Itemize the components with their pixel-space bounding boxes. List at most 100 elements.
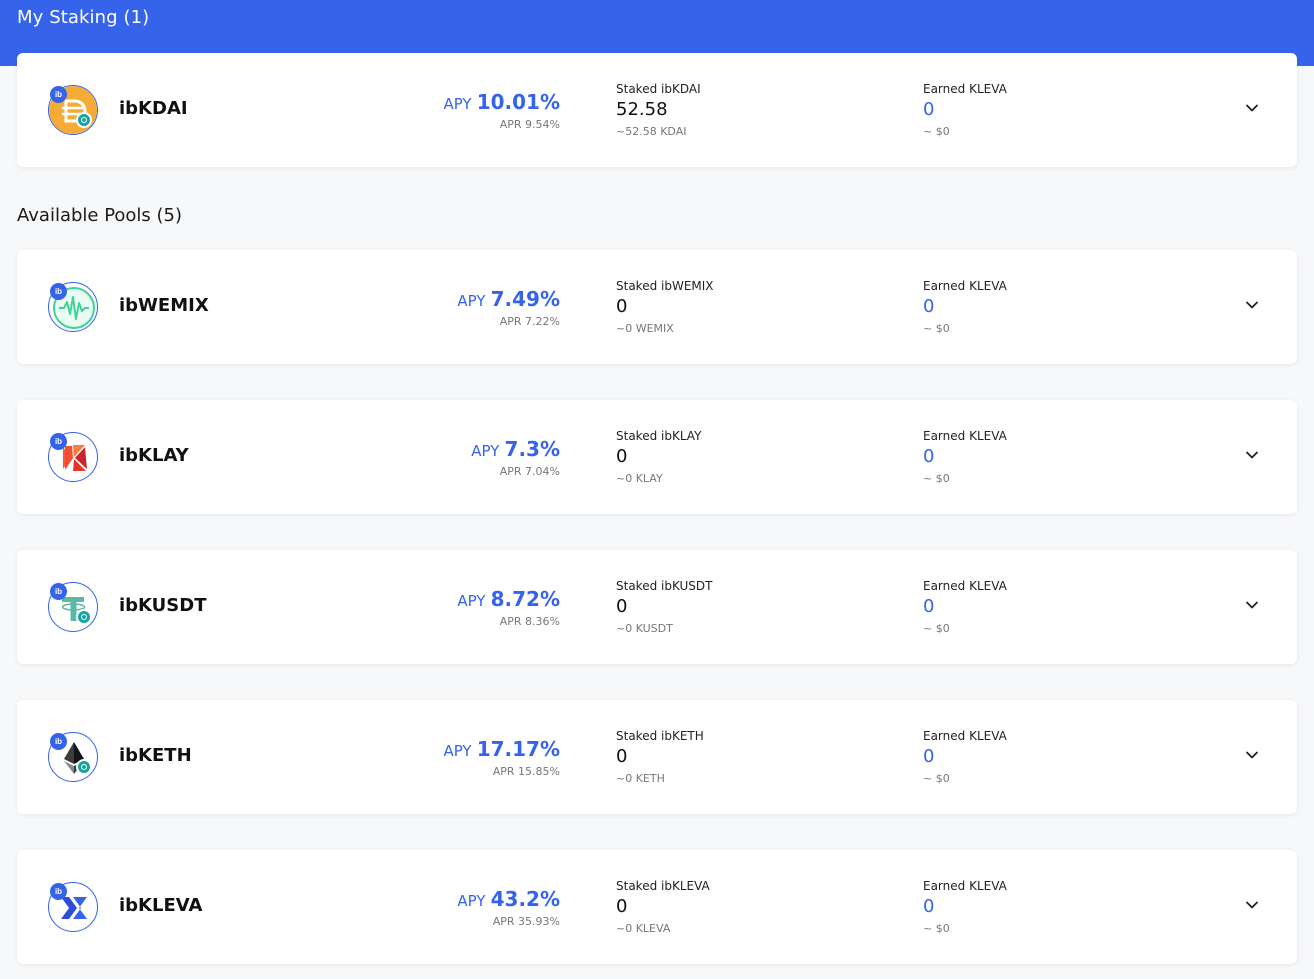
pool-name: ibWEMIX [119, 295, 209, 316]
staked-underlying: ~52.58 KDAI [616, 125, 687, 138]
earned-block: Earned KLEVA 0 ~ $0 [923, 578, 1007, 637]
token-logo: ib [48, 732, 98, 782]
earned-usd: ~ $0 [923, 922, 950, 935]
chevron-down-icon[interactable] [1245, 448, 1259, 462]
ib-badge: ib [50, 283, 67, 300]
ib-badge: ib [50, 86, 67, 103]
apy-label: APY [443, 95, 472, 113]
chevron-down-icon[interactable] [1245, 748, 1259, 762]
earned-label: Earned KLEVA [923, 879, 1007, 893]
token-logo: ib [48, 85, 98, 135]
earned-usd: ~ $0 [923, 472, 950, 485]
staked-block: Staked ibKUSDT 0 ~0 KUSDT [616, 578, 712, 637]
staked-block: Staked ibKETH 0 ~0 KETH [616, 728, 704, 787]
staked-label: Staked ibKUSDT [616, 579, 713, 593]
earned-usd: ~ $0 [923, 772, 950, 785]
staked-block: Staked ibKDAI 52.58 ~52.58 KDAI [616, 81, 701, 140]
klaytn-chain-icon [76, 759, 92, 775]
apy-block: APY 7.49% APR 7.22% [457, 286, 560, 328]
pool-name: ibKLEVA [119, 895, 203, 916]
earned-label: Earned KLEVA [923, 429, 1007, 443]
earned-label: Earned KLEVA [923, 82, 1007, 96]
pool-card-ibkleva[interactable]: ib ibKLEVA APY 43.2% APR 35.93% Staked i… [17, 850, 1297, 964]
apy-label: APY [471, 442, 500, 460]
earned-usd: ~ $0 [923, 125, 950, 138]
staked-label: Staked ibWEMIX [616, 279, 714, 293]
apy-block: APY 10.01% APR 9.54% [443, 89, 560, 131]
chevron-down-icon[interactable] [1245, 298, 1259, 312]
pool-name: ibKETH [119, 745, 192, 766]
token-logo: ib [48, 882, 98, 932]
staked-value: 0 [616, 446, 628, 467]
apr-value: APR 35.93% [492, 915, 560, 928]
earned-usd: ~ $0 [923, 622, 950, 635]
apr-value: APR 8.36% [499, 615, 560, 628]
pool-card-ibkusdt[interactable]: ib ibKUSDT APY 8.72% APR 8.36% Staked ib… [17, 550, 1297, 664]
staked-underlying: ~0 KLEVA [616, 922, 671, 935]
staked-block: Staked ibKLEVA 0 ~0 KLEVA [616, 878, 710, 937]
pool-card-ibklay[interactable]: ib ibKLAY APY 7.3% APR 7.04% Staked ibKL… [17, 400, 1297, 514]
staked-block: Staked ibKLAY 0 ~0 KLAY [616, 428, 701, 487]
earned-label: Earned KLEVA [923, 279, 1007, 293]
apy-value: 7.49% [490, 287, 560, 311]
staked-label: Staked ibKDAI [616, 82, 701, 96]
earned-value: 0 [923, 896, 935, 917]
staked-underlying: ~0 WEMIX [616, 322, 674, 335]
apy-label: APY [457, 892, 486, 910]
apy-label: APY [443, 742, 472, 760]
apy-value: 7.3% [504, 437, 560, 461]
earned-value: 0 [923, 446, 935, 467]
pool-name: ibKUSDT [119, 595, 207, 616]
staked-value: 0 [616, 746, 628, 767]
apr-value: APR 7.22% [499, 315, 560, 328]
apy-block: APY 7.3% APR 7.04% [471, 436, 560, 478]
chevron-down-icon[interactable] [1245, 101, 1259, 115]
apy-block: APY 8.72% APR 8.36% [457, 586, 560, 628]
apy-label: APY [457, 292, 486, 310]
apy-value: 17.17% [476, 737, 560, 761]
earned-block: Earned KLEVA 0 ~ $0 [923, 728, 1007, 787]
staked-underlying: ~0 KUSDT [616, 622, 673, 635]
apy-value: 8.72% [490, 587, 560, 611]
apr-value: APR 9.54% [499, 118, 560, 131]
earned-label: Earned KLEVA [923, 579, 1007, 593]
staked-label: Staked ibKETH [616, 729, 704, 743]
token-logo: ib [48, 432, 98, 482]
staked-label: Staked ibKLAY [616, 429, 702, 443]
staked-underlying: ~0 KLAY [616, 472, 663, 485]
earned-block: Earned KLEVA 0 ~ $0 [923, 81, 1007, 140]
pool-card-ibketh[interactable]: ib ibKETH APY 17.17% APR 15.85% Staked i… [17, 700, 1297, 814]
staked-value: 0 [616, 296, 628, 317]
staked-value: 0 [616, 596, 628, 617]
apy-block: APY 17.17% APR 15.85% [443, 736, 560, 778]
apy-label: APY [457, 592, 486, 610]
token-logo: ib [48, 282, 98, 332]
ib-badge: ib [50, 583, 67, 600]
staked-value: 0 [616, 896, 628, 917]
earned-block: Earned KLEVA 0 ~ $0 [923, 878, 1007, 937]
my-staking-title: My Staking (1) [17, 7, 150, 28]
earned-value: 0 [923, 296, 935, 317]
apy-block: APY 43.2% APR 35.93% [457, 886, 560, 928]
earned-block: Earned KLEVA 0 ~ $0 [923, 428, 1007, 487]
apy-value: 10.01% [476, 90, 560, 114]
chevron-down-icon[interactable] [1245, 598, 1259, 612]
earned-label: Earned KLEVA [923, 729, 1007, 743]
earned-value: 0 [923, 746, 935, 767]
staked-label: Staked ibKLEVA [616, 879, 710, 893]
pool-card-ibkdai[interactable]: ib ibKDAI APY 10.01% APR 9.54% Staked ib… [17, 53, 1297, 167]
token-logo: ib [48, 582, 98, 632]
staked-underlying: ~0 KETH [616, 772, 665, 785]
pool-card-ibwemix[interactable]: ib ibWEMIX APY 7.49% APR 7.22% Staked ib… [17, 250, 1297, 364]
earned-usd: ~ $0 [923, 322, 950, 335]
earned-value: 0 [923, 99, 935, 120]
staked-block: Staked ibWEMIX 0 ~0 WEMIX [616, 278, 714, 337]
staked-value: 52.58 [616, 99, 668, 120]
ib-badge: ib [50, 733, 67, 750]
ib-badge: ib [50, 883, 67, 900]
chevron-down-icon[interactable] [1245, 898, 1259, 912]
klaytn-chain-icon [76, 609, 92, 625]
apr-value: APR 7.04% [499, 465, 560, 478]
available-pools-title: Available Pools (5) [17, 205, 183, 226]
pool-name: ibKDAI [119, 98, 188, 119]
